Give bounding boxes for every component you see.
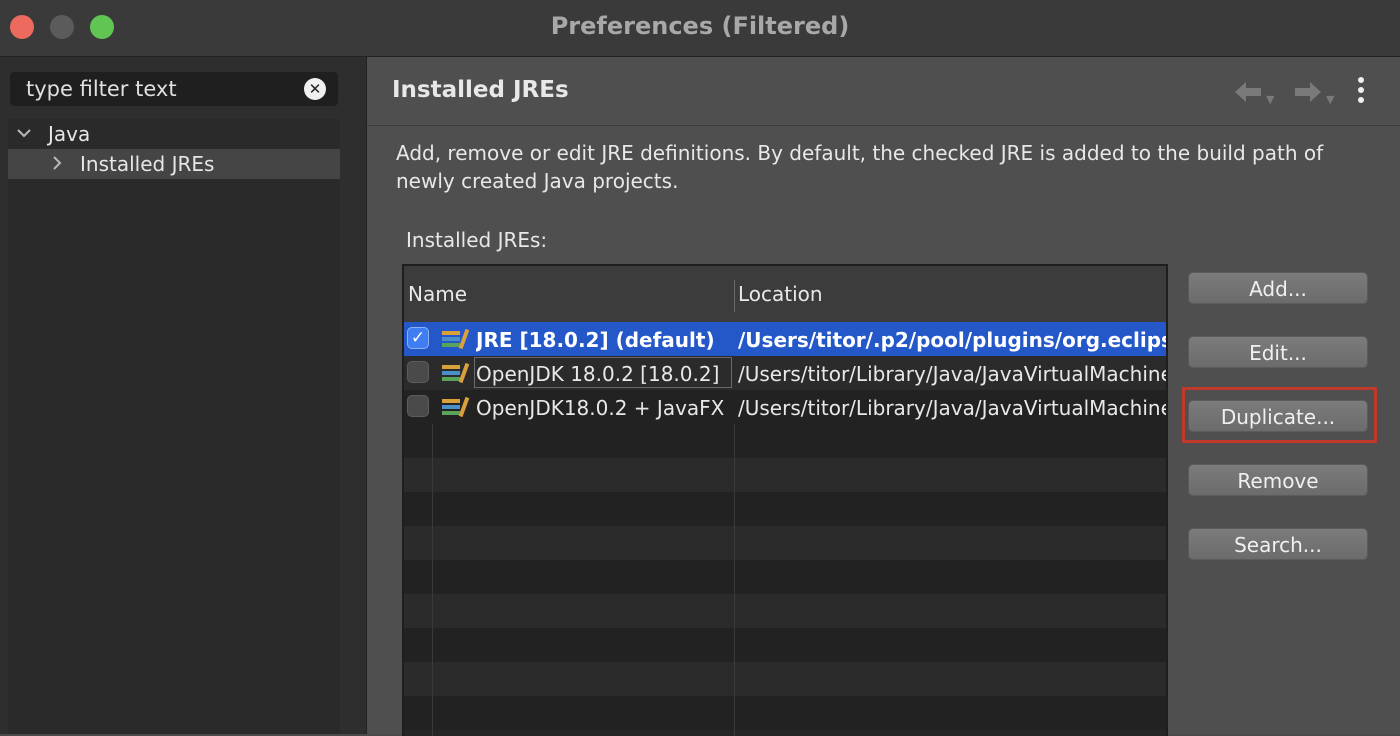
column-header-location[interactable]: Location: [738, 282, 823, 306]
page-description: Add, remove or edit JRE definitions. By …: [396, 141, 1324, 193]
table-label: Installed JREs:: [406, 228, 548, 252]
empty-row: [404, 560, 1166, 594]
empty-row: [404, 458, 1166, 492]
installed-jres-table: Name Location ✓ JRE [18.0.2] (default) /…: [402, 264, 1168, 736]
tree-item-label: Installed JREs: [80, 152, 215, 176]
empty-row: [404, 662, 1166, 696]
checkbox-icon[interactable]: ✓: [407, 327, 429, 349]
empty-row: [404, 526, 1166, 560]
jre-location: /Users/titor/Library/Java/JavaVirtualMac…: [738, 396, 1166, 420]
preferences-tree: Java Installed JREs: [8, 119, 340, 734]
filter-input[interactable]: [10, 72, 306, 106]
remove-button[interactable]: Remove: [1188, 464, 1368, 496]
back-arrow-icon[interactable]: ▼: [1233, 79, 1274, 106]
empty-row: [404, 492, 1166, 526]
page-header: Installed JREs ▼ ▼: [367, 57, 1400, 126]
table-header: Name Location: [404, 266, 1166, 322]
column-divider[interactable]: [734, 280, 735, 312]
search-button[interactable]: Search...: [1188, 528, 1368, 560]
jre-location: /Users/titor/.p2/pool/plugins/org.eclips…: [738, 328, 1166, 352]
clear-filter-icon[interactable]: ✕: [304, 78, 326, 100]
highlight-box: [1182, 387, 1377, 443]
preference-page: Installed JREs ▼ ▼ Add, remove or edit J…: [367, 57, 1400, 736]
jre-library-icon: [442, 396, 470, 418]
preferences-sidebar: ✕ Java Installed JREs: [0, 57, 367, 734]
table-row[interactable]: OpenJDK 18.0.2 [18.0.2] /Users/titor/Lib…: [404, 356, 1166, 390]
empty-row: [404, 628, 1166, 662]
table-row[interactable]: OpenJDK18.0.2 + JavaFX /Users/titor/Libr…: [404, 390, 1166, 424]
empty-row: [404, 594, 1166, 628]
jre-location: /Users/titor/Library/Java/JavaVirtualMac…: [738, 362, 1166, 386]
tree-item-installed-jres[interactable]: Installed JREs: [8, 149, 340, 179]
tree-item-java[interactable]: Java: [8, 119, 340, 149]
empty-row: [404, 696, 1166, 730]
jre-name: OpenJDK18.0.2 + JavaFX: [476, 396, 725, 420]
empty-row: [404, 424, 1166, 458]
page-title: Installed JREs: [392, 77, 569, 103]
jre-name: OpenJDK 18.0.2 [18.0.2]: [476, 362, 720, 386]
jre-name: JRE [18.0.2] (default): [476, 328, 715, 352]
more-menu-icon[interactable]: [1357, 77, 1365, 107]
add-button[interactable]: Add...: [1188, 272, 1368, 304]
jre-library-icon: [442, 328, 470, 350]
edit-button[interactable]: Edit...: [1188, 336, 1368, 368]
checkbox-icon[interactable]: [407, 361, 429, 383]
tree-item-label: Java: [48, 122, 91, 146]
window-title: Preferences (Filtered): [550, 12, 850, 40]
forward-arrow-icon[interactable]: ▼: [1293, 79, 1334, 106]
filter-box: ✕: [10, 72, 338, 106]
column-header-name[interactable]: Name: [408, 282, 467, 306]
jre-library-icon: [442, 362, 470, 384]
checkbox-icon[interactable]: [407, 395, 429, 417]
chevron-right-icon[interactable]: [50, 149, 64, 189]
table-row[interactable]: ✓ JRE [18.0.2] (default) /Users/titor/.p…: [404, 322, 1166, 356]
title-bar: Preferences (Filtered): [0, 0, 1400, 57]
